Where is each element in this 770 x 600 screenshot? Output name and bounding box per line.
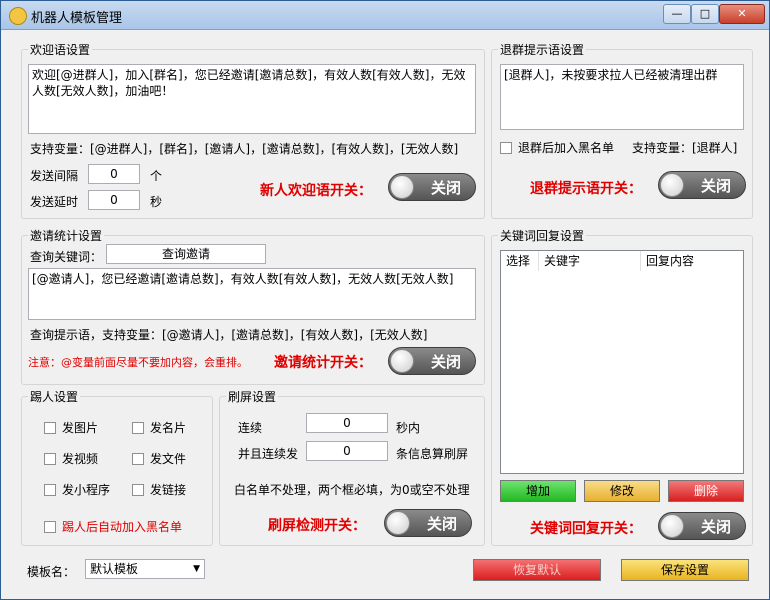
- toggle-knob: [386, 511, 410, 535]
- kick-option-label: 发链接: [150, 483, 187, 497]
- invite-switch-label: 邀请统计开关：: [274, 355, 372, 371]
- restore-default-button[interactable]: 恢复默认: [473, 559, 601, 581]
- kick-option-label: 发图片: [62, 421, 99, 435]
- invite-group-title: 邀请统计设置: [28, 227, 105, 244]
- checkbox-box: [132, 483, 144, 496]
- toggle-knob: [660, 514, 684, 538]
- quit-group: 退群提示语设置 [退群人]，未按要求拉人已经被清理出群 退群后加入黑名单 支持变…: [491, 41, 753, 219]
- kick-group-title: 踢人设置: [28, 388, 81, 405]
- toggle-state: 关闭: [430, 179, 461, 197]
- flood-note: 白名单不处理，两个框必填，为0或空不处理: [234, 483, 470, 497]
- flood-group: 刷屏设置 连续 0 秒内 并且连续发 0 条信息算刷屏 白名单不处理，两个框必填…: [219, 388, 485, 546]
- quit-vars-text: 支持变量：[退群人]: [632, 141, 738, 155]
- checkbox-box: [500, 141, 512, 154]
- invite-note: 注意：@变量前面尽量不要加内容，会重排。: [28, 356, 248, 369]
- interval-unit: 个: [150, 169, 163, 183]
- window-title: 机器人模板管理: [31, 11, 123, 26]
- quit-message-textarea[interactable]: [退群人]，未按要求拉人已经被清理出群: [500, 64, 744, 130]
- app-icon: [9, 7, 27, 25]
- checkbox-box: [44, 421, 56, 434]
- keyword-toggle[interactable]: 关闭: [658, 512, 746, 540]
- checkbox-box: [132, 452, 144, 465]
- flood-group-title: 刷屏设置: [226, 388, 279, 405]
- kick-option-image[interactable]: 发图片: [44, 419, 98, 436]
- kick-blacklist-checkbox[interactable]: 踢人后自动加入黑名单: [44, 518, 182, 535]
- invite-vars-text: 查询提示语，支持变量：[@邀请人]，[邀请总数]，[有效人数]，[无效人数]: [30, 328, 428, 342]
- invite-keyword-input[interactable]: 查询邀请: [106, 244, 266, 264]
- flood-row2-label: 并且连续发: [238, 447, 299, 461]
- minimize-button[interactable]: —: [663, 4, 691, 24]
- delay-input[interactable]: 0: [88, 190, 140, 210]
- title-bar: 机器人模板管理 — □ ✕: [1, 1, 769, 30]
- delay-label: 发送延时: [30, 195, 79, 209]
- keyword-switch-label: 关键词回复开关：: [530, 521, 642, 537]
- kick-option-label: 发视频: [62, 452, 99, 466]
- delay-unit: 秒: [150, 195, 163, 209]
- toggle-knob: [390, 175, 414, 199]
- kick-option-link[interactable]: 发链接: [132, 481, 186, 498]
- toggle-state: 关闭: [700, 518, 731, 536]
- kick-option-label: 发小程序: [62, 483, 111, 497]
- column-header-reply[interactable]: 回复内容: [641, 251, 743, 271]
- close-button[interactable]: ✕: [719, 4, 765, 24]
- interval-input[interactable]: 0: [88, 164, 140, 184]
- quit-switch-label: 退群提示语开关：: [530, 181, 642, 197]
- welcome-group: 欢迎语设置 欢迎[@进群人]，加入[群名]，您已经邀请[邀请总数]，有效人数[有…: [21, 41, 485, 219]
- interval-label: 发送间隔: [30, 169, 79, 183]
- flood-toggle[interactable]: 关闭: [384, 509, 472, 537]
- welcome-switch-label: 新人欢迎语开关：: [260, 183, 372, 199]
- kick-blacklist-label: 踢人后自动加入黑名单: [62, 520, 183, 534]
- quit-blacklist-checkbox[interactable]: 退群后加入黑名单: [500, 139, 614, 156]
- kick-option-file[interactable]: 发文件: [132, 450, 186, 467]
- template-select[interactable]: 默认模板 ▼: [85, 559, 205, 579]
- keyword-list[interactable]: 选择 关键字 回复内容: [500, 250, 744, 474]
- flood-seconds-input[interactable]: 0: [306, 413, 388, 433]
- flood-row1-label: 连续: [238, 421, 263, 435]
- toggle-knob: [660, 173, 684, 197]
- column-header-keyword[interactable]: 关键字: [539, 251, 641, 271]
- kick-group: 踢人设置 发图片 发名片 发视频 发文件 发小程序 发链接 踢人后自动加入黑名单: [21, 388, 213, 546]
- flood-count-input[interactable]: 0: [306, 441, 388, 461]
- keyword-group: 关键词回复设置 选择 关键字 回复内容 增加 修改 删除 关键词回复开关： 关闭: [491, 227, 753, 546]
- toggle-state: 关闭: [430, 353, 461, 371]
- kick-option-card[interactable]: 发名片: [132, 419, 186, 436]
- invite-toggle[interactable]: 关闭: [388, 347, 476, 375]
- edit-button[interactable]: 修改: [584, 480, 660, 502]
- kick-option-miniapp[interactable]: 发小程序: [44, 481, 110, 498]
- kick-option-video[interactable]: 发视频: [44, 450, 98, 467]
- keyword-label: 查询关键词：: [30, 250, 103, 264]
- toggle-state: 关闭: [700, 177, 731, 195]
- flood-row1-unit: 秒内: [396, 421, 421, 435]
- quit-group-title: 退群提示语设置: [498, 41, 587, 58]
- flood-row2-unit: 条信息算刷屏: [396, 447, 469, 461]
- add-button[interactable]: 增加: [500, 480, 576, 502]
- welcome-vars-text: 支持变量：[@进群人]，[群名]，[邀请人]，[邀请总数]，[有效人数]，[无效…: [30, 142, 459, 156]
- kick-option-label: 发文件: [150, 452, 187, 466]
- toggle-knob: [390, 349, 414, 373]
- column-header-select[interactable]: 选择: [501, 251, 539, 271]
- toggle-state: 关闭: [426, 515, 457, 533]
- checkbox-box: [44, 483, 56, 496]
- checkbox-box: [44, 452, 56, 465]
- template-label: 模板名：: [27, 565, 76, 579]
- flood-switch-label: 刷屏检测开关：: [268, 518, 366, 534]
- save-settings-button[interactable]: 保存设置: [621, 559, 749, 581]
- checkbox-box: [44, 520, 56, 533]
- delete-button[interactable]: 删除: [668, 480, 744, 502]
- kick-option-label: 发名片: [150, 421, 187, 435]
- checkbox-box: [132, 421, 144, 434]
- invite-message-textarea[interactable]: [@邀请人]，您已经邀请[邀请总数]，有效人数[有效人数]，无效人数[无效人数]: [28, 268, 476, 320]
- chevron-down-icon: ▼: [193, 564, 200, 574]
- invite-group: 邀请统计设置 查询关键词： 查询邀请 [@邀请人]，您已经邀请[邀请总数]，有效…: [21, 227, 485, 385]
- maximize-button[interactable]: □: [691, 4, 719, 24]
- quit-blacklist-label: 退群后加入黑名单: [518, 141, 615, 155]
- keyword-group-title: 关键词回复设置: [498, 227, 587, 244]
- app-window: 机器人模板管理 — □ ✕ 欢迎语设置 欢迎[@进群人]，加入[群名]，您已经邀…: [0, 0, 770, 600]
- template-select-value: 默认模板: [90, 562, 139, 576]
- welcome-group-title: 欢迎语设置: [28, 41, 93, 58]
- welcome-message-textarea[interactable]: 欢迎[@进群人]，加入[群名]，您已经邀请[邀请总数]，有效人数[有效人数]，无…: [28, 64, 476, 134]
- welcome-toggle[interactable]: 关闭: [388, 173, 476, 201]
- quit-toggle[interactable]: 关闭: [658, 171, 746, 199]
